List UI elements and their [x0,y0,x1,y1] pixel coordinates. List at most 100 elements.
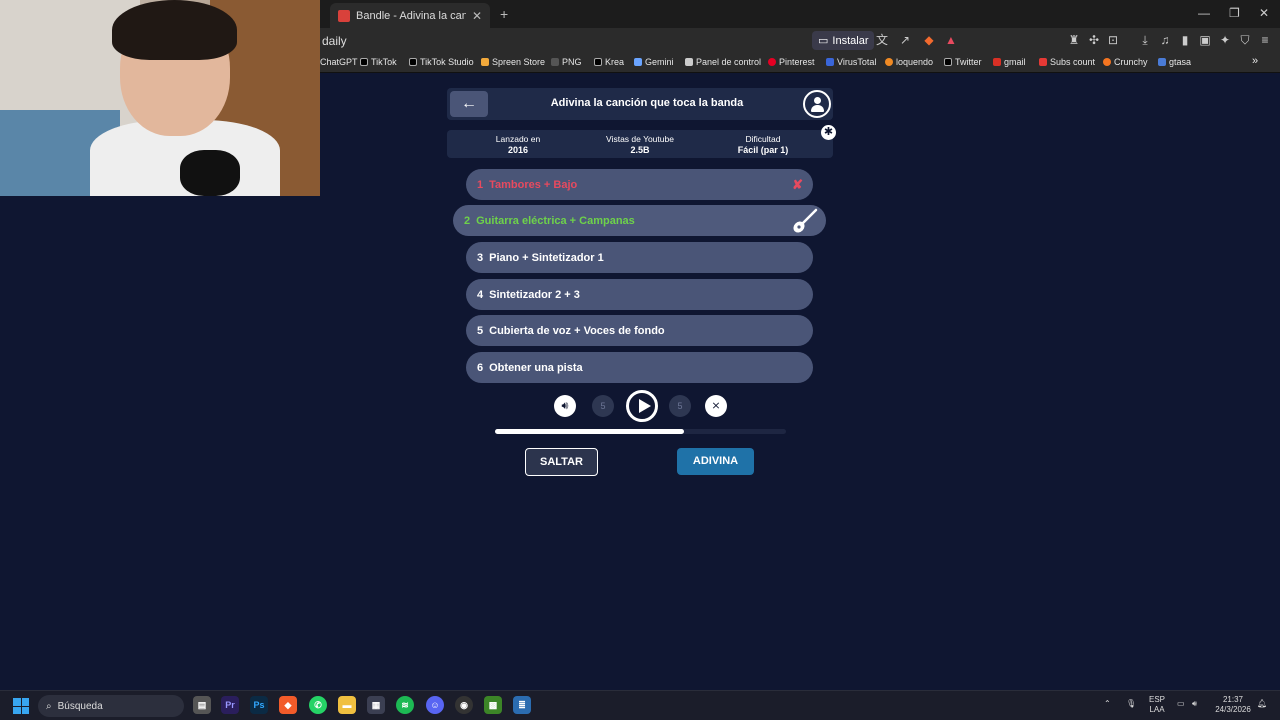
network-icon[interactable]: ▭ [1177,699,1185,709]
translate-icon[interactable]: 文 [875,33,889,47]
language-indicator[interactable]: ESP LAA [1146,695,1168,715]
minimize-icon[interactable]: — [1198,6,1210,20]
step-number: 3 [477,251,484,264]
obs-icon[interactable]: ◉ [455,696,473,714]
play-button[interactable] [626,390,658,422]
bookmark-subs-count[interactable]: Subs count [1039,57,1095,67]
step-5[interactable]: 5 Cubierta de voz + Voces de fondo [466,315,813,346]
close-window-icon[interactable]: ✕ [1259,6,1269,20]
rewind-icon: 5 [600,401,606,411]
url-field[interactable]: daily [322,34,347,48]
step-number: 2 [464,214,471,227]
file-explorer-icon[interactable]: ▬ [338,696,356,714]
volume-button[interactable]: 🔊︎ [554,395,576,417]
media-icon[interactable]: ♫ [1158,33,1172,47]
profile-button[interactable] [803,90,831,118]
step-label: Cubierta de voz + Voces de fondo [489,324,665,337]
brave-rewards-icon[interactable]: ▲ [944,33,958,47]
brave-favicon-icon [338,9,350,22]
new-tab-icon[interactable]: + [500,6,508,22]
bookmark-spreen-store[interactable]: Spreen Store [481,57,545,67]
volume-icon[interactable]: 🔊︎ [1192,699,1197,709]
microphone-icon[interactable]: 🎙︎ [1126,699,1136,709]
premiere-icon[interactable]: Pr [221,696,239,714]
brave-shields-icon[interactable]: ◆ [922,33,936,47]
info-difficulty: Dificultad Fácil (par 1) [723,134,803,155]
tray-overflow-icon[interactable]: ⌃ [1104,699,1111,709]
bookmark-krea[interactable]: Krea [594,57,624,67]
info-youtube-views: Vistas de Youtube 2.5B [597,134,683,155]
bookmarks-overflow-icon[interactable]: » [1252,55,1258,67]
loquendo-icon [885,58,893,66]
subs-count-icon [1039,58,1047,66]
store-icon[interactable]: ▦ [367,696,385,714]
puzzle-icon[interactable]: ✣ [1087,33,1101,47]
bookmark-tiktok[interactable]: TikTok [360,57,397,67]
brave-icon[interactable]: ◆ [279,696,297,714]
user-icon [814,97,821,104]
windows-start-icon[interactable] [13,698,29,714]
extension-icon[interactable]: ♜ [1067,33,1081,47]
bookmark-virustotal[interactable]: VirusTotal [826,57,876,67]
step-label: Obtener una pista [489,361,583,374]
step-3[interactable]: 3 Piano + Sintetizador 1 [466,242,813,273]
wrong-x-icon: ✘ [792,177,803,192]
notification-bell-icon[interactable]: 🔔︎ [1257,699,1267,709]
shuffle-off-button[interactable]: ⨯ [705,395,727,417]
vpn-icon[interactable]: ⛉ [1238,33,1252,47]
bookmark-twitter[interactable]: Twitter [944,57,982,67]
restore-icon[interactable]: ❐ [1229,6,1240,20]
step-1: 1 Tambores + Bajo ✘ [466,169,813,200]
settings-gear-icon[interactable]: ✱ [821,125,836,140]
forward-button[interactable]: 5 [669,395,691,417]
taskbar-search[interactable]: ⌕ Búsqueda [38,695,184,717]
progress-bar[interactable] [495,429,786,434]
wallet-icon[interactable]: ▣ [1198,33,1212,47]
bookmark-loquendo[interactable]: loquendo [885,57,933,67]
search-placeholder: Búsqueda [57,700,103,712]
lang-code: ESP [1148,695,1165,704]
bookmark-crunchy[interactable]: Crunchy [1103,57,1148,67]
guess-button[interactable]: ADIVINA [677,448,754,475]
share-icon[interactable]: ↗ [898,33,912,47]
bookmark-label: Twitter [955,57,982,67]
task-view-icon[interactable]: ▤ [193,696,211,714]
step-number: 4 [477,288,484,301]
browser-tab[interactable]: Bandle - Adivina la canción, un i ✕ [330,3,490,28]
spotify-icon[interactable]: ≋ [396,696,414,714]
song-info-bar: Lanzado en 2016 Vistas de Youtube 2.5B D… [447,130,833,158]
bookmark-pinterest[interactable]: Pinterest [768,57,815,67]
bookmark-gtasa[interactable]: gtasa [1158,57,1191,67]
webcam-overlay [0,0,320,196]
leo-icon[interactable]: ✦ [1218,33,1232,47]
bookmark-png[interactable]: PNG [551,57,582,67]
step-4[interactable]: 4 Sintetizador 2 + 3 [466,279,813,310]
bookmark-gemini[interactable]: Gemini [634,57,674,67]
minecraft-icon[interactable]: ▩ [484,696,502,714]
step-label: Piano + Sintetizador 1 [489,251,604,264]
rewind-button[interactable]: 5 [592,395,614,417]
photoshop-icon[interactable]: Ps [250,696,268,714]
screenshot-icon[interactable]: ⊡ [1106,33,1120,47]
bookmark-gmail[interactable]: gmail [993,57,1026,67]
step-6-hint[interactable]: 6 Obtener una pista [466,352,813,383]
clock[interactable]: 21:37 24/3/2026 [1210,695,1256,715]
install-button[interactable]: ▭ Instalar [812,31,875,50]
bookmark-tiktok-studio[interactable]: TikTok Studio [409,57,474,67]
bookmark-label: TikTok [371,57,397,67]
sidebar-icon[interactable]: ▮ [1178,33,1192,47]
bookmark-panel-de-control[interactable]: Panel de control [685,57,761,67]
close-tab-icon[interactable]: ✕ [472,9,482,23]
notepad-icon[interactable]: ≣ [513,696,531,714]
whatsapp-icon[interactable]: ✆ [309,696,327,714]
forward-icon: 5 [677,401,683,411]
discord-icon[interactable]: ☺ [426,696,444,714]
step-number: 5 [477,324,484,337]
bookmark-label: Spreen Store [492,57,546,67]
step-2: 2 Guitarra eléctrica + Campanas [453,205,826,236]
virustotal-icon [826,58,834,66]
menu-icon[interactable]: ≡ [1258,33,1272,47]
bookmark-chatgpt[interactable]: ChatGPT [320,57,358,67]
download-icon[interactable]: ⤓ [1138,33,1152,47]
skip-button[interactable]: SALTAR [525,448,598,476]
